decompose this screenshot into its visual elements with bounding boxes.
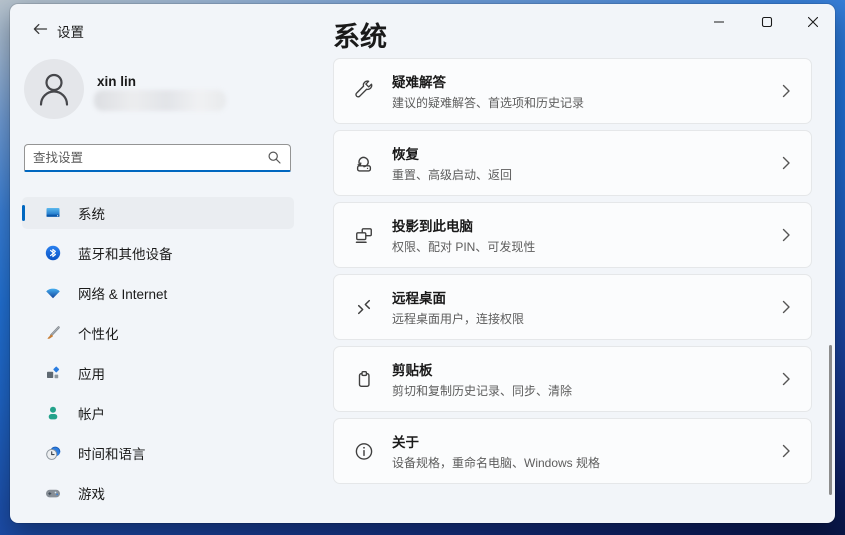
sidebar-item-apps[interactable]: 应用 bbox=[22, 357, 294, 389]
sidebar-item-label: 网络 & Internet bbox=[78, 283, 167, 303]
card-subtitle: 权限、配对 PIN、可发现性 bbox=[392, 238, 535, 255]
card-title: 剪贴板 bbox=[392, 359, 572, 379]
card-subtitle: 剪切和复制历史记录、同步、清除 bbox=[392, 382, 572, 399]
apps-icon bbox=[45, 365, 61, 381]
sidebar-item-accounts[interactable]: 帐户 bbox=[22, 397, 294, 429]
project-screens-icon bbox=[353, 224, 375, 246]
card-title: 投影到此电脑 bbox=[392, 215, 535, 235]
search-box[interactable] bbox=[24, 144, 291, 172]
sidebar-item-label: 时间和语言 bbox=[78, 443, 146, 463]
app-title: 设置 bbox=[57, 21, 84, 41]
card-title: 远程桌面 bbox=[392, 287, 524, 307]
minimize-button[interactable] bbox=[699, 6, 739, 38]
chevron-right-icon bbox=[779, 370, 793, 388]
settings-window: 设置 xin lin bbox=[10, 4, 835, 523]
sidebar-item-label: 应用 bbox=[78, 363, 105, 383]
sidebar-item-gaming[interactable]: 游戏 bbox=[22, 477, 294, 509]
card-recovery[interactable]: 恢复 重置、高级启动、返回 bbox=[333, 130, 812, 196]
card-project-to-this-pc[interactable]: 投影到此电脑 权限、配对 PIN、可发现性 bbox=[333, 202, 812, 268]
settings-card-list: 疑难解答 建议的疑难解答、首选项和历史记录 恢复 重置、高级启动、返回 bbox=[333, 58, 812, 490]
sidebar-item-system[interactable]: 系统 bbox=[22, 197, 294, 229]
remote-desktop-icon bbox=[353, 296, 375, 318]
sidebar-item-label: 蓝牙和其他设备 bbox=[78, 243, 173, 263]
sidebar-item-label: 系统 bbox=[78, 203, 105, 223]
wrench-icon bbox=[353, 80, 375, 102]
sidebar-item-label: 个性化 bbox=[78, 323, 119, 343]
sidebar-item-personalization[interactable]: 个性化 bbox=[22, 317, 294, 349]
person-outline-icon bbox=[24, 59, 84, 119]
avatar bbox=[24, 59, 84, 119]
clock-globe-icon bbox=[45, 445, 61, 461]
search-input[interactable] bbox=[33, 151, 267, 165]
card-clipboard[interactable]: 剪贴板 剪切和复制历史记录、同步、清除 bbox=[333, 346, 812, 412]
card-title: 疑难解答 bbox=[392, 71, 584, 91]
page-title: 系统 bbox=[333, 15, 387, 54]
bluetooth-icon bbox=[45, 245, 61, 261]
wifi-icon bbox=[45, 285, 61, 301]
gamepad-icon bbox=[45, 485, 61, 501]
close-icon bbox=[807, 16, 819, 28]
maximize-button[interactable] bbox=[747, 6, 787, 38]
user-name: xin lin bbox=[97, 74, 136, 89]
search-icon bbox=[267, 150, 282, 165]
close-button[interactable] bbox=[793, 6, 833, 38]
card-about[interactable]: 关于 设备规格，重命名电脑、Windows 规格 bbox=[333, 418, 812, 484]
back-button[interactable] bbox=[26, 15, 54, 43]
card-subtitle: 建议的疑难解答、首选项和历史记录 bbox=[392, 94, 584, 111]
sidebar-item-network[interactable]: 网络 & Internet bbox=[22, 277, 294, 309]
card-troubleshoot[interactable]: 疑难解答 建议的疑难解答、首选项和历史记录 bbox=[333, 58, 812, 124]
chevron-right-icon bbox=[779, 82, 793, 100]
sidebar-nav: 系统 蓝牙和其他设备 网络 & Internet bbox=[22, 197, 294, 517]
paintbrush-icon bbox=[45, 325, 61, 341]
sidebar-item-label: 游戏 bbox=[78, 483, 105, 503]
chevron-right-icon bbox=[779, 154, 793, 172]
recovery-icon bbox=[353, 152, 375, 174]
clipboard-icon bbox=[353, 368, 375, 390]
chevron-right-icon bbox=[779, 442, 793, 460]
card-subtitle: 设备规格，重命名电脑、Windows 规格 bbox=[392, 454, 600, 471]
info-icon bbox=[353, 440, 375, 462]
sidebar-item-bluetooth[interactable]: 蓝牙和其他设备 bbox=[22, 237, 294, 269]
chevron-right-icon bbox=[779, 226, 793, 244]
sidebar-item-time-language[interactable]: 时间和语言 bbox=[22, 437, 294, 469]
sidebar-item-label: 帐户 bbox=[78, 403, 105, 423]
minimize-icon bbox=[713, 16, 725, 28]
display-icon bbox=[45, 205, 61, 221]
card-subtitle: 远程桌面用户，连接权限 bbox=[392, 310, 524, 327]
card-title: 恢复 bbox=[392, 143, 512, 163]
chevron-right-icon bbox=[779, 298, 793, 316]
card-subtitle: 重置、高级启动、返回 bbox=[392, 166, 512, 183]
person-icon bbox=[45, 405, 61, 421]
user-email-redacted bbox=[94, 90, 226, 111]
card-title: 关于 bbox=[392, 431, 600, 451]
card-remote-desktop[interactable]: 远程桌面 远程桌面用户，连接权限 bbox=[333, 274, 812, 340]
vertical-scrollbar[interactable] bbox=[829, 345, 832, 495]
back-arrow-icon bbox=[30, 19, 50, 39]
maximize-icon bbox=[761, 16, 773, 28]
